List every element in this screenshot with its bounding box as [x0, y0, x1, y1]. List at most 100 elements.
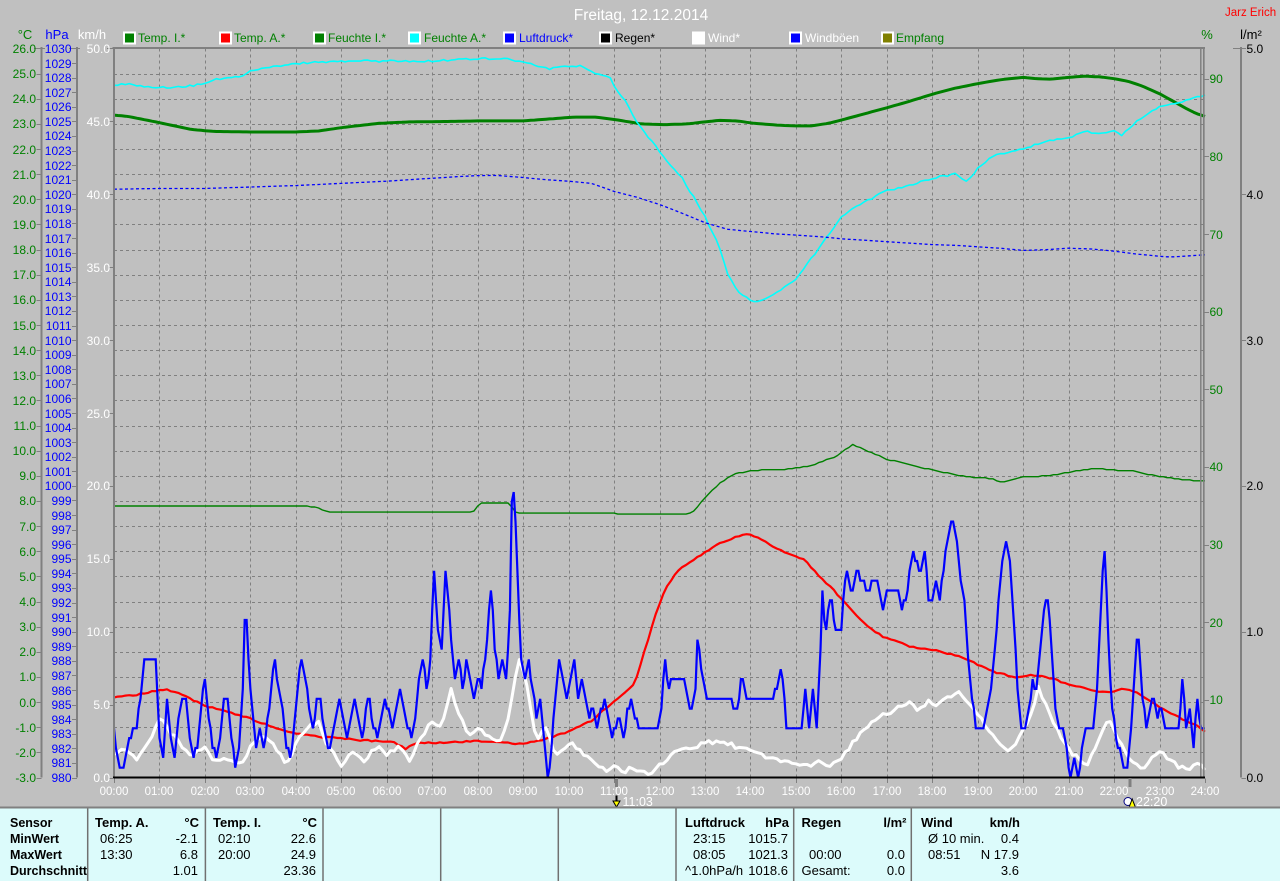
svg-text:1003: 1003	[45, 436, 72, 450]
svg-text:08:05: 08:05	[693, 847, 726, 862]
svg-text:04:00: 04:00	[282, 786, 311, 798]
svg-text:1021.3: 1021.3	[748, 847, 788, 862]
svg-text:987: 987	[51, 669, 71, 683]
svg-text:982: 982	[51, 742, 71, 756]
svg-text:Temp. A.: Temp. A.	[95, 815, 148, 830]
svg-text:5.0: 5.0	[93, 698, 110, 712]
svg-text:1.0: 1.0	[19, 670, 36, 684]
svg-text:1018: 1018	[45, 217, 72, 231]
svg-text:07:00: 07:00	[418, 786, 447, 798]
svg-text:1005: 1005	[45, 407, 72, 421]
svg-text:1025: 1025	[45, 115, 72, 129]
svg-text:90: 90	[1210, 72, 1224, 86]
svg-text:1030: 1030	[45, 42, 72, 56]
svg-text:Wind*: Wind*	[708, 31, 740, 45]
svg-text:25.0: 25.0	[87, 407, 111, 421]
svg-text:15.0: 15.0	[13, 319, 37, 333]
svg-text:80: 80	[1210, 150, 1224, 164]
svg-text:06:25: 06:25	[100, 831, 133, 846]
svg-text:Ø 10 min.: Ø 10 min.	[928, 831, 984, 846]
svg-text:08:00: 08:00	[464, 786, 493, 798]
svg-text:°C: °C	[18, 27, 33, 42]
svg-text:23:15: 23:15	[693, 831, 726, 846]
svg-text:4.0: 4.0	[1247, 188, 1264, 202]
svg-text:17:00: 17:00	[873, 786, 902, 798]
svg-text:992: 992	[51, 596, 71, 610]
svg-text:Jarz Erich: Jarz Erich	[1225, 7, 1276, 19]
svg-text:3.0: 3.0	[1247, 334, 1264, 348]
svg-text:Wind: Wind	[921, 815, 953, 830]
svg-text:1028: 1028	[45, 71, 72, 85]
svg-text:19.0: 19.0	[13, 218, 37, 232]
svg-text:13:30: 13:30	[100, 847, 133, 862]
svg-text:1010: 1010	[45, 334, 72, 348]
svg-text:1009: 1009	[45, 348, 72, 362]
svg-text:-3.0: -3.0	[15, 771, 36, 785]
svg-text:06:00: 06:00	[373, 786, 402, 798]
svg-text:996: 996	[51, 538, 71, 552]
svg-text:26.0: 26.0	[13, 42, 37, 56]
svg-text:14:00: 14:00	[736, 786, 765, 798]
svg-text:1019: 1019	[45, 202, 72, 216]
svg-text:1006: 1006	[45, 392, 72, 406]
svg-text:60: 60	[1210, 305, 1224, 319]
svg-text:24.9: 24.9	[291, 847, 316, 862]
svg-text:5.0: 5.0	[19, 570, 36, 584]
svg-text:30: 30	[1210, 538, 1224, 552]
svg-text:22.0: 22.0	[13, 143, 37, 157]
svg-text:16.0: 16.0	[13, 293, 37, 307]
svg-text:986: 986	[51, 684, 71, 698]
svg-text:10: 10	[1210, 693, 1224, 707]
svg-text:994: 994	[51, 567, 71, 581]
svg-text:Freitag, 12.12.2014: Freitag, 12.12.2014	[574, 7, 709, 24]
svg-text:15:00: 15:00	[782, 786, 811, 798]
svg-text:05:00: 05:00	[327, 786, 356, 798]
svg-text:40.0: 40.0	[87, 188, 111, 202]
svg-text:-2.0: -2.0	[15, 746, 36, 760]
svg-text:00:00: 00:00	[100, 786, 129, 798]
svg-text:3.0: 3.0	[19, 620, 36, 634]
svg-text:1015.7: 1015.7	[748, 831, 788, 846]
svg-text:8.0: 8.0	[19, 494, 36, 508]
svg-text:1024: 1024	[45, 129, 72, 143]
svg-text:23.0: 23.0	[13, 117, 37, 131]
svg-text:70: 70	[1210, 228, 1224, 242]
svg-text:24.0: 24.0	[13, 92, 37, 106]
svg-text:981: 981	[51, 756, 71, 770]
svg-text:22:00: 22:00	[1100, 786, 1129, 798]
svg-text:20:00: 20:00	[1009, 786, 1038, 798]
svg-text:40: 40	[1210, 460, 1224, 474]
svg-text:1022: 1022	[45, 159, 72, 173]
svg-text:989: 989	[51, 640, 71, 654]
svg-text:4.0: 4.0	[19, 595, 36, 609]
svg-text:10.0: 10.0	[13, 444, 37, 458]
svg-text:1002: 1002	[45, 450, 72, 464]
svg-text:991: 991	[51, 611, 71, 625]
svg-text:Empfang: Empfang	[896, 31, 944, 45]
svg-text:985: 985	[51, 698, 71, 712]
svg-text:Regen: Regen	[802, 815, 842, 830]
svg-text:Luftdruck: Luftdruck	[685, 815, 746, 830]
svg-text:%: %	[1201, 27, 1213, 42]
svg-text:24:00: 24:00	[1191, 786, 1220, 798]
svg-text:°C: °C	[184, 815, 199, 830]
svg-text:0.0: 0.0	[887, 847, 905, 862]
svg-text:20: 20	[1210, 616, 1224, 630]
svg-text:00:00: 00:00	[809, 847, 842, 862]
svg-text:1029: 1029	[45, 57, 72, 71]
svg-text:1023: 1023	[45, 144, 72, 158]
svg-text:Feuchte A.*: Feuchte A.*	[424, 31, 486, 45]
svg-text:MinWert: MinWert	[10, 832, 60, 846]
svg-text:21:00: 21:00	[1055, 786, 1084, 798]
svg-text:Feuchte I.*: Feuchte I.*	[328, 31, 386, 45]
svg-text:983: 983	[51, 727, 71, 741]
svg-text:03:00: 03:00	[236, 786, 265, 798]
svg-text:Gesamt:: Gesamt:	[802, 863, 851, 878]
svg-text:1017: 1017	[45, 232, 72, 246]
svg-text:984: 984	[51, 713, 71, 727]
svg-text:1000: 1000	[45, 479, 72, 493]
svg-text:993: 993	[51, 581, 71, 595]
svg-text:1004: 1004	[45, 421, 72, 435]
svg-text:1.01: 1.01	[173, 863, 198, 878]
svg-text:hPa: hPa	[45, 27, 69, 42]
